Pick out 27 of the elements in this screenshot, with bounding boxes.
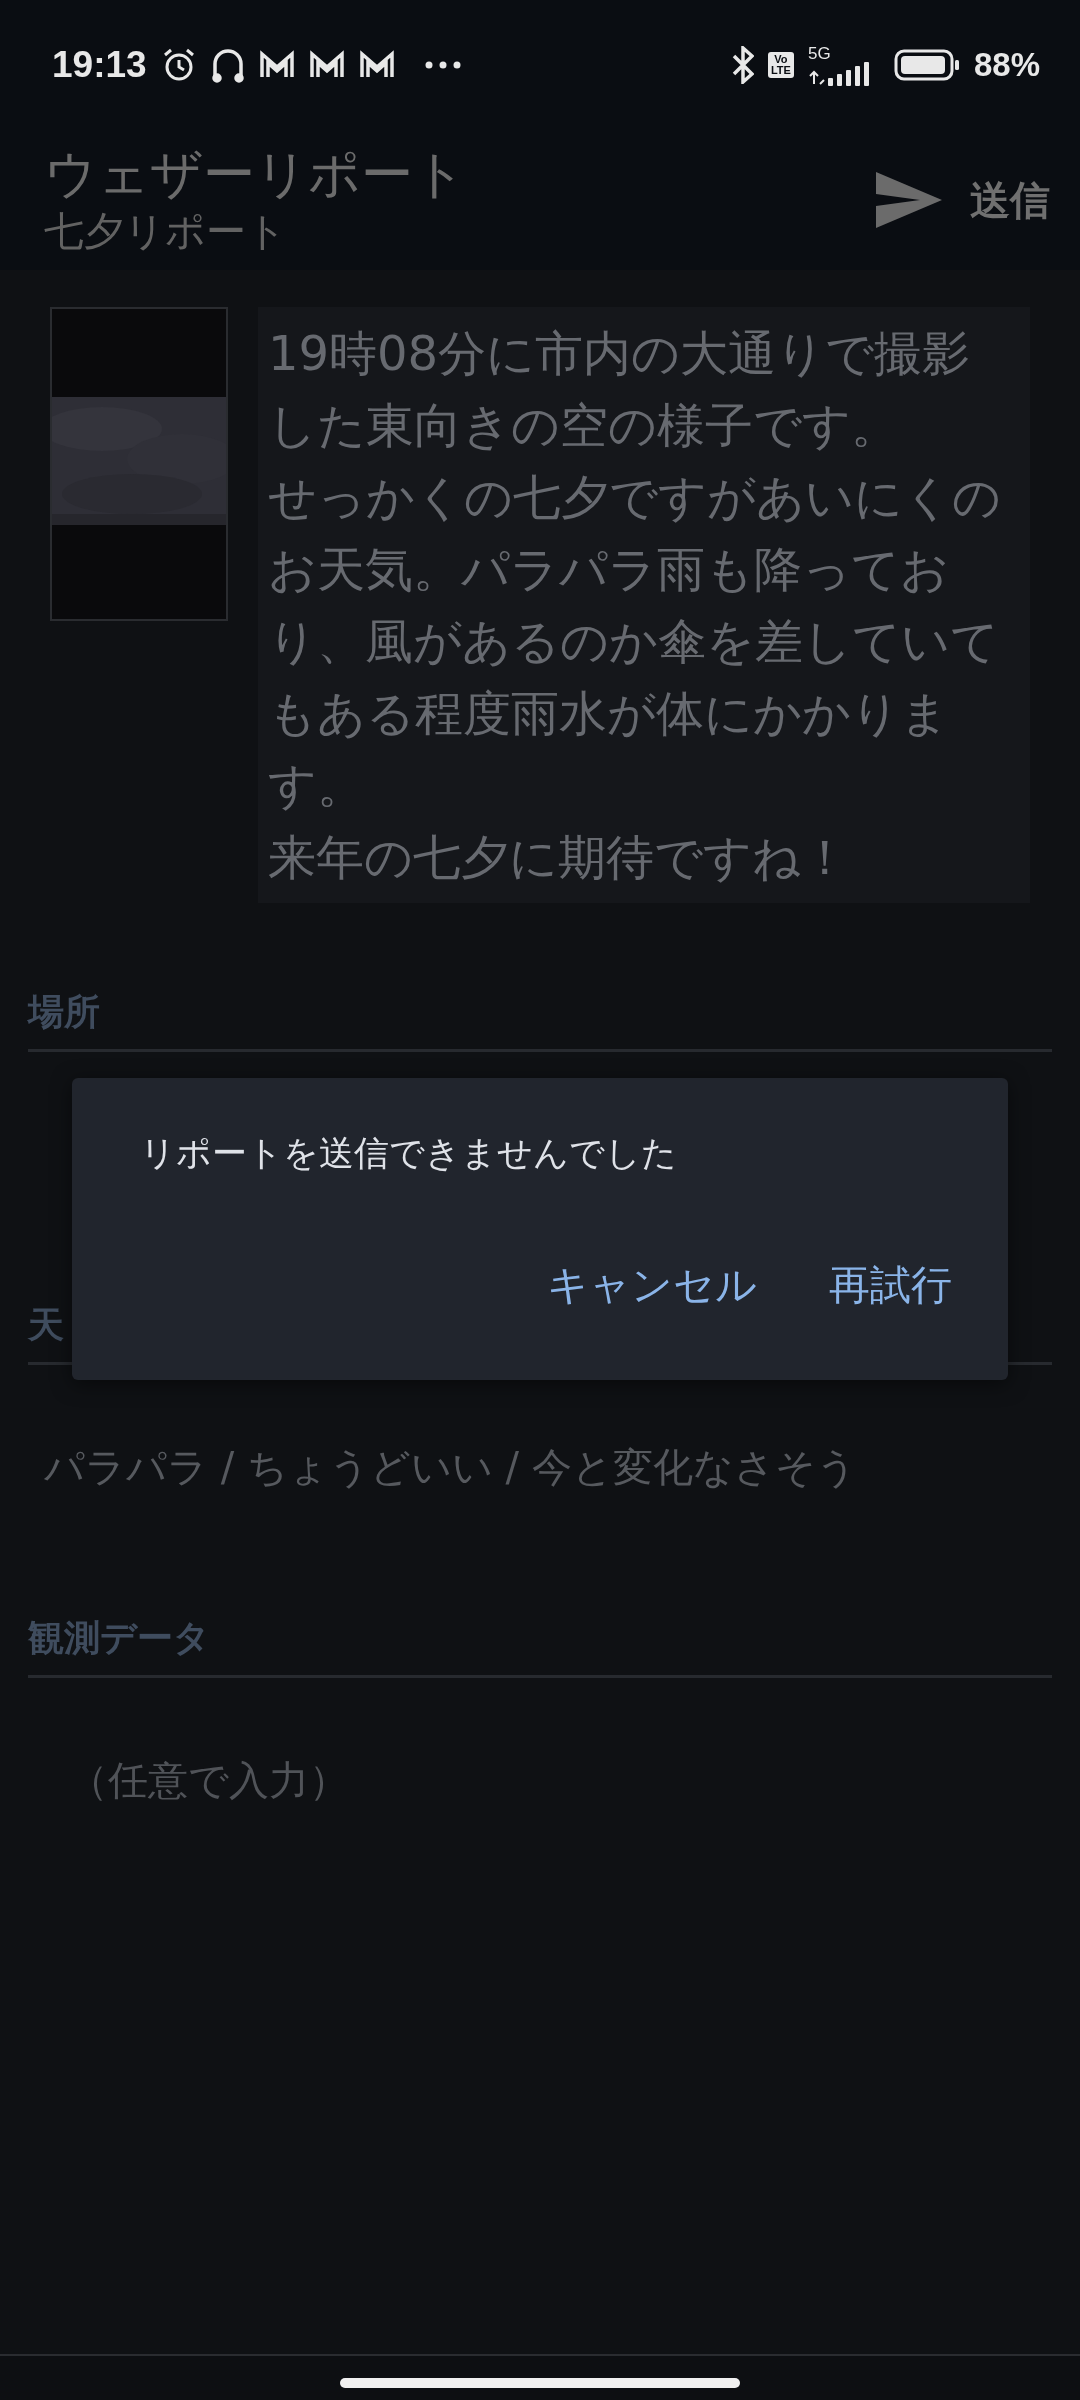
home-indicator[interactable] [340,2378,740,2388]
send-icon [874,170,944,230]
report-paragraph: 19時08分に市内の大通りで撮影した東向きの空の様子です。 [268,324,972,455]
mail-icon [258,50,295,80]
volte-badge: Vo LTE [767,52,794,78]
report-paragraph: せっかくの七夕ですがあいにくのお天気。パラパラ雨も降っており、風があるのか傘を差していてもある程度雨水が体にかかります。 [268,468,1002,815]
bluetooth-icon [731,46,754,84]
section-label: 観測データ [28,1615,1052,1678]
clock-time: 19:13 [52,44,147,86]
mail-icon [308,50,345,80]
send-button[interactable]: 送信 [874,170,1050,230]
signal-icon [807,61,870,86]
field-value[interactable]: パラパラ / ちょうどいい / 今と変化なさそう [44,1437,857,1497]
network-type: 5G [807,44,831,62]
more-icon [424,61,461,69]
screen-title: ウェザーリポート [44,143,467,205]
dialog-button[interactable]: キャンセル [531,1252,773,1319]
battery-percent: 88% [973,46,1040,84]
dialog-message: リポートを送信できませんでした [140,1132,678,1175]
battery-icon [893,49,960,81]
dialog-button[interactable]: 再試行 [813,1252,968,1319]
input-field[interactable]: （任意で入力） [68,1750,349,1810]
report-paragraph: 来年の七夕に期待ですね！ [268,828,850,887]
section-label: 場所 [28,989,1052,1052]
headphones-icon [210,47,245,83]
screen-subtitle: 七夕リポート [44,207,288,256]
mail-icon [358,50,395,80]
